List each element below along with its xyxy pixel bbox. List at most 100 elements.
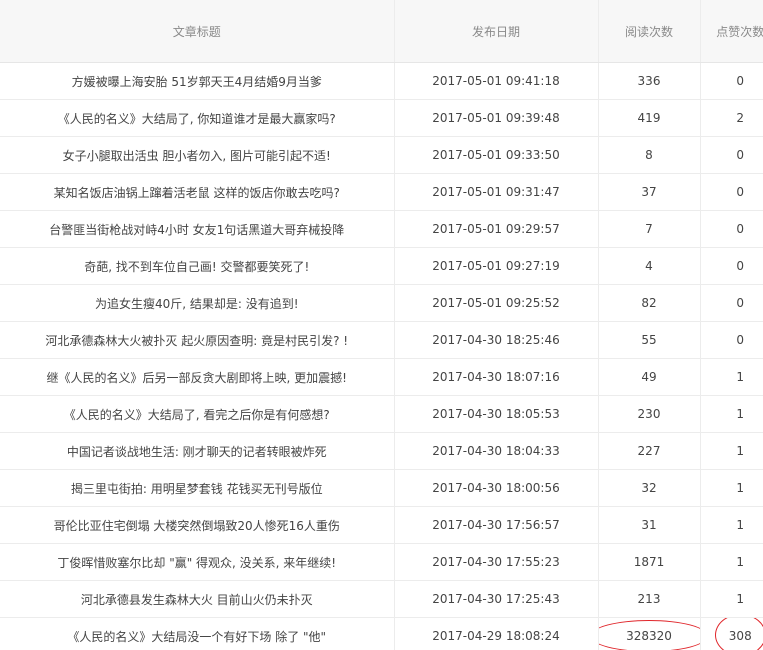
header-likes[interactable]: 点赞次数 xyxy=(700,0,763,63)
article-title-cell-text[interactable]: 揭三里屯街拍: 用明星梦套钱 花钱买无刊号版位 xyxy=(71,482,323,496)
read-count-cell: 55 xyxy=(598,321,701,359)
like-count-cell-text: 1 xyxy=(736,518,745,532)
article-title-cell[interactable]: 为追女生瘦40斤, 结果却是: 没有追到! xyxy=(0,284,395,322)
publish-date-cell: 2017-05-01 09:33:50 xyxy=(394,136,599,174)
publish-date-cell: 2017-05-01 09:29:57 xyxy=(394,210,599,248)
like-count-cell: 1 xyxy=(700,543,763,581)
header-title[interactable]: 文章标题 xyxy=(0,0,395,63)
like-count-cell: 1 xyxy=(700,358,763,396)
publish-date-cell: 2017-04-30 18:05:53 xyxy=(394,395,599,433)
publish-date-cell: 2017-05-01 09:31:47 xyxy=(394,173,599,211)
article-title-cell-text[interactable]: 方媛被曝上海安胎 51岁郭天王4月结婚9月当爹 xyxy=(72,75,322,89)
publish-date-cell-text: 2017-04-30 18:00:56 xyxy=(432,481,560,495)
table-row: 《人民的名义》大结局了, 你知道谁才是最大赢家吗? 2017-05-01 09:3… xyxy=(0,99,763,137)
like-count-cell-text: 1 xyxy=(736,481,745,495)
table-header-row: 文章标题 发布日期 阅读次数 点赞次数 xyxy=(0,0,763,63)
read-count-cell-text: 8 xyxy=(645,148,653,162)
read-count-cell-text: 37 xyxy=(641,185,657,199)
article-title-cell[interactable]: 奇葩, 找不到车位自己画! 交警都要笑死了! xyxy=(0,247,395,285)
like-count-cell: 1 xyxy=(700,395,763,433)
publish-date-cell-text: 2017-05-01 09:31:47 xyxy=(432,185,560,199)
article-title-cell-text[interactable]: 《人民的名义》大结局没一个有好下场 除了 "他" xyxy=(67,630,326,644)
article-title-cell[interactable]: 女子小腿取出活虫 胆小者勿入, 图片可能引起不适! xyxy=(0,136,395,174)
article-title-cell-text[interactable]: 台警匪当街枪战对峙4小时 女友1句话黑道大哥弃械投降 xyxy=(49,223,344,237)
table-row: 中国记者谈战地生活: 刚才聊天的记者转眼被炸死 2017-04-30 18:04:… xyxy=(0,432,763,470)
read-count-cell-text: 49 xyxy=(641,370,657,384)
read-count-cell-text: 82 xyxy=(641,296,657,310)
article-title-cell[interactable]: 《人民的名义》大结局了, 看完之后你是有何感想? xyxy=(0,395,395,433)
like-count-cell-text: 0 xyxy=(736,333,745,347)
article-title-cell-text[interactable]: 《人民的名义》大结局了, 看完之后你是有何感想? xyxy=(64,408,330,422)
article-title-cell-text[interactable]: 中国记者谈战地生活: 刚才聊天的记者转眼被炸死 xyxy=(67,445,327,459)
article-title-cell-text[interactable]: 继《人民的名义》后另一部反贪大剧即将上映, 更加震撼! xyxy=(47,371,347,385)
read-count-cell: 8 xyxy=(598,136,701,174)
article-title-cell-text[interactable]: 《人民的名义》大结局了, 你知道谁才是最大赢家吗? xyxy=(58,112,336,126)
header-date[interactable]: 发布日期 xyxy=(394,0,599,63)
read-count-cell: 336 xyxy=(598,62,701,100)
table-row: 《人民的名义》大结局没一个有好下场 除了 "他" 2017-04-29 18:08… xyxy=(0,617,763,650)
table-row: 为追女生瘦40斤, 结果却是: 没有追到! 2017-05-01 09:25:52… xyxy=(0,284,763,322)
like-count-cell: 1 xyxy=(700,506,763,544)
table-row: 揭三里屯街拍: 用明星梦套钱 花钱买无刊号版位 2017-04-30 18:00:… xyxy=(0,469,763,507)
article-title-cell[interactable]: 丁俊晖惜败塞尔比却 "赢" 得观众, 没关系, 来年继续! xyxy=(0,543,395,581)
like-count-cell: 0 xyxy=(700,173,763,211)
like-count-cell: 1 xyxy=(700,432,763,470)
like-count-cell-text: 0 xyxy=(736,259,745,273)
publish-date-cell-text: 2017-05-01 09:29:57 xyxy=(432,222,560,236)
like-count-cell: 2 xyxy=(700,99,763,137)
table-row: 河北承德森林大火被扑灭 起火原因查明: 竟是村民引发? ! 2017-04-30 … xyxy=(0,321,763,359)
read-count-cell-text: 55 xyxy=(641,333,657,347)
article-title-cell-text[interactable]: 女子小腿取出活虫 胆小者勿入, 图片可能引起不适! xyxy=(63,149,331,163)
table-row: 哥伦比亚住宅倒塌 大楼突然倒塌致20人惨死16人重伤 2017-04-30 17:… xyxy=(0,506,763,544)
publish-date-cell-text: 2017-04-30 17:56:57 xyxy=(432,518,560,532)
read-count-cell-text: 213 xyxy=(637,592,661,606)
table-row: 某知名饭店油锅上蹿着活老鼠 这样的饭店你敢去吃吗? 2017-05-01 09:3… xyxy=(0,173,763,211)
publish-date-cell: 2017-04-30 17:55:23 xyxy=(394,543,599,581)
like-count-cell-text: 2 xyxy=(736,111,745,125)
publish-date-cell: 2017-05-01 09:39:48 xyxy=(394,99,599,137)
article-title-cell-text[interactable]: 河北承德县发生森林大火 目前山火仍未扑灭 xyxy=(81,593,313,607)
like-count-cell-circled-value: 308 xyxy=(714,617,763,650)
publish-date-cell: 2017-04-30 18:25:46 xyxy=(394,321,599,359)
article-title-cell[interactable]: 继《人民的名义》后另一部反贪大剧即将上映, 更加震撼! xyxy=(0,358,395,396)
read-count-cell: 227 xyxy=(598,432,701,470)
table-row: 《人民的名义》大结局了, 看完之后你是有何感想? 2017-04-30 18:05… xyxy=(0,395,763,433)
article-title-cell[interactable]: 中国记者谈战地生活: 刚才聊天的记者转眼被炸死 xyxy=(0,432,395,470)
read-count-cell-text: 230 xyxy=(637,407,661,421)
article-title-cell[interactable]: 方媛被曝上海安胎 51岁郭天王4月结婚9月当爹 xyxy=(0,62,395,100)
article-title-cell[interactable]: 揭三里屯街拍: 用明星梦套钱 花钱买无刊号版位 xyxy=(0,469,395,507)
publish-date-cell-text: 2017-04-30 18:07:16 xyxy=(432,370,560,384)
article-title-cell[interactable]: 《人民的名义》大结局没一个有好下场 除了 "他" xyxy=(0,617,395,650)
publish-date-cell-text: 2017-05-01 09:27:19 xyxy=(432,259,560,273)
article-title-cell[interactable]: 台警匪当街枪战对峙4小时 女友1句话黑道大哥弃械投降 xyxy=(0,210,395,248)
table-row: 奇葩, 找不到车位自己画! 交警都要笑死了! 2017-05-01 09:27:1… xyxy=(0,247,763,285)
table-row: 丁俊晖惜败塞尔比却 "赢" 得观众, 没关系, 来年继续! 2017-04-30 … xyxy=(0,543,763,581)
article-stats-table-container: 文章标题 发布日期 阅读次数 点赞次数 方媛被曝上海安胎 51岁郭天王4月结婚9… xyxy=(0,0,763,650)
like-count-cell: 1 xyxy=(700,580,763,618)
like-count-cell: 0 xyxy=(700,210,763,248)
article-title-cell-text[interactable]: 为追女生瘦40斤, 结果却是: 没有追到! xyxy=(95,297,299,311)
publish-date-cell-text: 2017-04-29 18:08:24 xyxy=(432,629,560,643)
article-title-cell[interactable]: 哥伦比亚住宅倒塌 大楼突然倒塌致20人惨死16人重伤 xyxy=(0,506,395,544)
table-row: 继《人民的名义》后另一部反贪大剧即将上映, 更加震撼! 2017-04-30 18… xyxy=(0,358,763,396)
article-title-cell[interactable]: 某知名饭店油锅上蹿着活老鼠 这样的饭店你敢去吃吗? xyxy=(0,173,395,211)
table-row: 台警匪当街枪战对峙4小时 女友1句话黑道大哥弃械投降 2017-05-01 09:… xyxy=(0,210,763,248)
publish-date-cell-text: 2017-05-01 09:33:50 xyxy=(432,148,560,162)
publish-date-cell: 2017-04-30 18:00:56 xyxy=(394,469,599,507)
read-count-cell: 1871 xyxy=(598,543,701,581)
publish-date-cell: 2017-04-30 18:07:16 xyxy=(394,358,599,396)
article-title-cell[interactable]: 河北承德县发生森林大火 目前山火仍未扑灭 xyxy=(0,580,395,618)
article-title-cell-text[interactable]: 河北承德森林大火被扑灭 起火原因查明: 竟是村民引发? ! xyxy=(45,334,348,348)
article-title-cell-text[interactable]: 某知名饭店油锅上蹿着活老鼠 这样的饭店你敢去吃吗? xyxy=(54,186,340,200)
like-count-cell: 1 xyxy=(700,469,763,507)
article-title-cell-text[interactable]: 奇葩, 找不到车位自己画! 交警都要笑死了! xyxy=(84,260,309,274)
read-count-cell-text: 31 xyxy=(641,518,657,532)
publish-date-cell: 2017-04-29 18:08:24 xyxy=(394,617,599,650)
header-reads[interactable]: 阅读次数 xyxy=(598,0,701,63)
article-title-cell[interactable]: 《人民的名义》大结局了, 你知道谁才是最大赢家吗? xyxy=(0,99,395,137)
publish-date-cell-text: 2017-04-30 17:55:23 xyxy=(432,555,560,569)
article-title-cell-text[interactable]: 哥伦比亚住宅倒塌 大楼突然倒塌致20人惨死16人重伤 xyxy=(54,519,340,533)
article-title-cell[interactable]: 河北承德森林大火被扑灭 起火原因查明: 竟是村民引发? ! xyxy=(0,321,395,359)
article-title-cell-text[interactable]: 丁俊晖惜败塞尔比却 "赢" 得观众, 没关系, 来年继续! xyxy=(57,556,336,570)
read-count-cell-text: 7 xyxy=(645,222,653,236)
